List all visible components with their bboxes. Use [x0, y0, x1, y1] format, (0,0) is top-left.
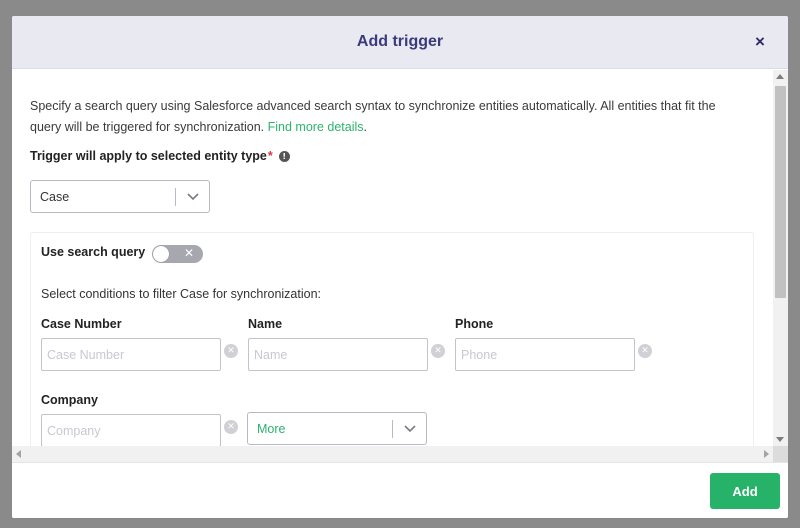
description-suffix: . [363, 120, 367, 134]
scroll-left-icon[interactable] [16, 450, 21, 458]
case-number-label: Case Number [41, 317, 122, 331]
vertical-scroll-thumb[interactable] [775, 86, 786, 298]
required-mark: * [267, 149, 273, 163]
entity-type-select[interactable]: Case [30, 180, 210, 213]
name-label: Name [248, 317, 283, 331]
add-button[interactable]: Add [710, 473, 780, 509]
scroll-right-icon[interactable] [764, 450, 769, 458]
more-fields-select[interactable]: More [247, 412, 427, 445]
filter-instructions: Select conditions to filter Case for syn… [41, 287, 321, 301]
clear-case-number-icon[interactable]: ✕ [224, 344, 238, 358]
horizontal-scrollbar[interactable] [12, 446, 773, 462]
modal-title: Add trigger [356, 33, 444, 50]
info-icon[interactable]: ! [278, 150, 290, 162]
scroll-down-icon[interactable] [776, 437, 784, 442]
chevron-down-icon[interactable] [176, 181, 209, 212]
find-more-details-link[interactable]: Find more details [268, 120, 364, 134]
entity-type-label: Trigger will apply to selected entity ty… [30, 149, 290, 163]
use-search-query-toggle[interactable]: ✕ [152, 245, 203, 263]
description: Specify a search query using Salesforce … [30, 96, 750, 138]
case-number-input[interactable] [41, 338, 221, 371]
entity-type-label-text: Trigger will apply to selected entity ty… [30, 149, 267, 163]
use-search-query-label: Use search query [41, 245, 146, 259]
toggle-knob [153, 246, 169, 262]
phone-label: Phone [455, 317, 494, 331]
name-input[interactable] [248, 338, 428, 371]
clear-name-icon[interactable]: ✕ [431, 344, 445, 358]
close-icon[interactable]: × [750, 32, 770, 52]
entity-type-selected: Case [40, 189, 70, 204]
modal-header: Add trigger × [12, 16, 788, 69]
clear-company-icon[interactable]: ✕ [224, 420, 238, 434]
phone-input[interactable] [455, 338, 635, 371]
scrollbar-corner [773, 446, 788, 462]
description-text: Specify a search query using Salesforce … [30, 99, 716, 134]
add-trigger-modal: Add trigger × Specify a search query usi… [12, 16, 788, 518]
more-fields-value: More [257, 421, 286, 436]
vertical-scrollbar[interactable] [773, 70, 788, 446]
company-input[interactable] [41, 414, 221, 446]
modal-body: Specify a search query using Salesforce … [12, 70, 773, 446]
filter-panel: Use search query ✕ Select conditions to … [30, 232, 754, 446]
toggle-off-icon: ✕ [183, 246, 194, 260]
modal-footer: Add [12, 462, 788, 518]
scroll-up-icon[interactable] [776, 74, 784, 79]
chevron-down-icon[interactable] [393, 413, 426, 444]
clear-phone-icon[interactable]: ✕ [638, 344, 652, 358]
company-label: Company [41, 393, 98, 407]
